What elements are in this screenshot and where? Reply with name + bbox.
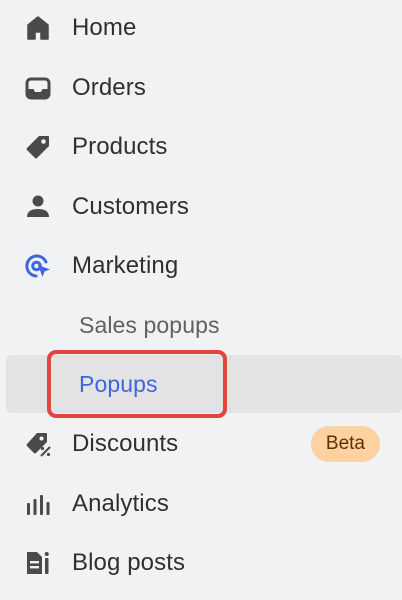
sidebar-item-customers[interactable]: Customers bbox=[0, 179, 402, 235]
discount-tag-icon bbox=[24, 430, 52, 458]
sidebar-item-label: Analytics bbox=[72, 490, 169, 517]
sidebar-subitem-label: Sales popups bbox=[79, 311, 220, 338]
sidebar-item-label: Blog posts bbox=[72, 549, 186, 576]
sidebar-item-label: Marketing bbox=[72, 252, 179, 279]
sidebar-subitem-sales-popups[interactable]: Sales popups bbox=[0, 297, 402, 353]
sidebar-subitem-label: Popups bbox=[79, 370, 158, 397]
beta-badge: Beta bbox=[310, 426, 380, 462]
inbox-icon bbox=[24, 74, 52, 102]
tag-icon bbox=[24, 133, 52, 161]
sidebar-item-analytics[interactable]: Analytics bbox=[0, 476, 402, 532]
bar-chart-icon bbox=[24, 490, 52, 518]
sidebar-item-orders[interactable]: Orders bbox=[0, 60, 402, 116]
sidebar-item-home[interactable]: Home bbox=[0, 0, 402, 56]
sidebar-item-label: Products bbox=[72, 133, 168, 160]
sidebar-item-blog-posts[interactable]: Blog posts bbox=[0, 535, 402, 591]
sidebar-subitem-popups[interactable]: Popups bbox=[6, 355, 402, 413]
sidebar-item-label: Home bbox=[72, 14, 137, 41]
sidebar-item-label: Customers bbox=[72, 193, 189, 220]
sidebar-item-products[interactable]: Products bbox=[0, 119, 402, 175]
target-icon bbox=[24, 252, 52, 280]
home-icon bbox=[24, 14, 52, 42]
sidebar-item-label: Orders bbox=[72, 74, 146, 101]
blog-icon bbox=[24, 549, 52, 577]
sidebar-item-marketing[interactable]: Marketing bbox=[0, 238, 402, 294]
sidebar-nav: Home Orders Products Customers Marketing… bbox=[0, 0, 402, 600]
person-icon bbox=[24, 193, 52, 221]
sidebar-item-label: Discounts bbox=[72, 430, 179, 457]
sidebar-item-discounts[interactable]: Discounts Beta bbox=[0, 416, 402, 472]
